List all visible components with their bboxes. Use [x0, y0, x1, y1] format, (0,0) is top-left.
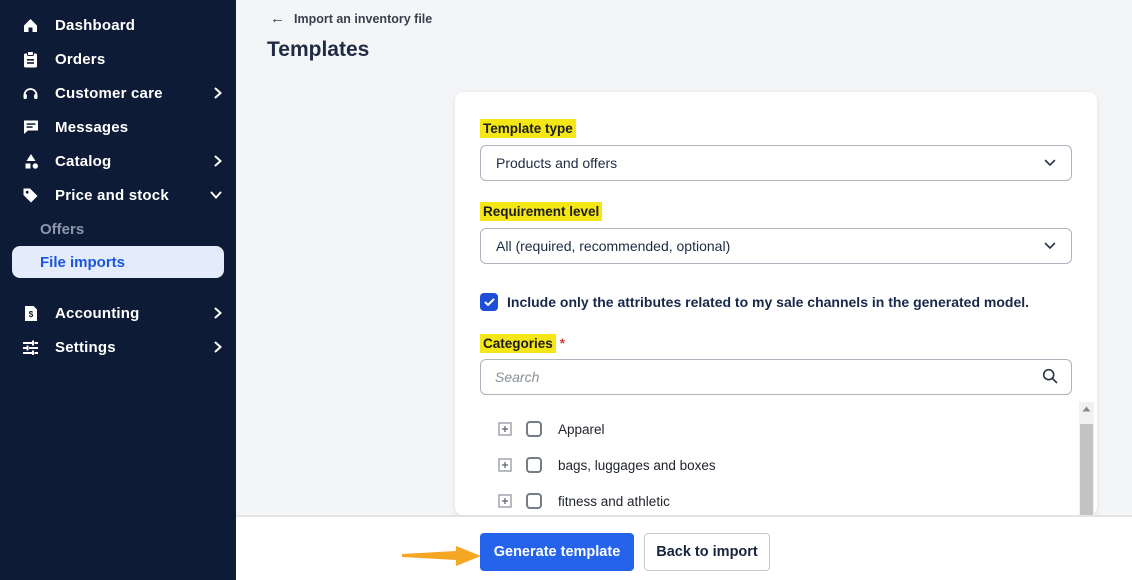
template-type-label: Template type	[480, 119, 576, 138]
annotation-arrow-icon	[402, 544, 482, 573]
svg-text:$: $	[28, 310, 33, 319]
bottom-action-bar: Generate template Back to import	[236, 515, 1132, 580]
category-row-apparel: Apparel	[480, 411, 1072, 447]
expand-plus-icon[interactable]	[498, 458, 512, 472]
back-link-label: Import an inventory file	[294, 12, 432, 26]
required-asterisk: *	[560, 336, 565, 351]
chevron-right-icon	[214, 307, 222, 319]
chevron-right-icon	[214, 155, 222, 167]
invoice-icon: $	[22, 305, 39, 322]
search-icon[interactable]	[1042, 368, 1058, 389]
chevron-down-icon	[1044, 237, 1056, 255]
scrollbar-thumb[interactable]	[1080, 424, 1093, 515]
category-label: fitness and athletic	[558, 494, 670, 509]
sidebar-item-settings[interactable]: Settings	[0, 330, 236, 364]
sidebar-item-dashboard[interactable]: Dashboard	[0, 8, 236, 42]
include-attributes-checkbox[interactable]	[480, 293, 498, 311]
include-attributes-label: Include only the attributes related to m…	[507, 294, 1029, 310]
back-link-import-inventory-file[interactable]: ← Import an inventory file	[270, 11, 432, 26]
category-label: Apparel	[558, 422, 605, 437]
chevron-right-icon	[214, 341, 222, 353]
scrollbar-up-arrow-icon[interactable]	[1079, 402, 1094, 416]
sidebar-item-label: Orders	[55, 51, 105, 68]
back-to-import-button[interactable]: Back to import	[644, 533, 770, 571]
tag-icon	[22, 187, 39, 204]
sidebar-item-label: Customer care	[55, 85, 163, 102]
shapes-icon	[22, 153, 39, 170]
main-content: ← Import an inventory file Templates Tem…	[236, 0, 1132, 515]
category-row-fitness: fitness and athletic	[480, 483, 1072, 519]
category-label: bags, luggages and boxes	[558, 458, 716, 473]
chevron-right-icon	[214, 87, 222, 99]
sidebar-item-accounting[interactable]: $ Accounting	[0, 296, 236, 330]
sidebar-item-catalog[interactable]: Catalog	[0, 144, 236, 178]
back-arrow-icon: ←	[270, 11, 285, 26]
sidebar-item-label: Messages	[55, 119, 128, 136]
headset-icon	[22, 85, 39, 102]
expand-plus-icon[interactable]	[498, 422, 512, 436]
category-checkbox[interactable]	[526, 493, 542, 509]
categories-label: Categories	[480, 334, 556, 353]
clipboard-icon	[22, 51, 39, 68]
chevron-down-icon	[210, 191, 222, 199]
sidebar-item-messages[interactable]: Messages	[0, 110, 236, 144]
sidebar-divider-gap	[0, 279, 236, 296]
sidebar-item-orders[interactable]: Orders	[0, 42, 236, 76]
chevron-down-icon	[1044, 154, 1056, 172]
categories-search-input[interactable]	[480, 359, 1072, 395]
sidebar-item-label: Catalog	[55, 153, 111, 170]
sidebar-item-price-and-stock[interactable]: Price and stock	[0, 178, 236, 212]
generate-template-button[interactable]: Generate template	[480, 533, 634, 571]
sidebar-item-label: Price and stock	[55, 187, 169, 204]
sidebar-subitem-file-imports[interactable]: File imports	[12, 246, 224, 278]
template-settings-card: Template type Products and offers Requir…	[455, 92, 1097, 515]
sidebar: Dashboard Orders Customer care Messages …	[0, 0, 236, 580]
sidebar-subitem-offers[interactable]: Offers	[12, 213, 224, 245]
sidebar-item-label: Accounting	[55, 305, 140, 322]
chat-icon	[22, 119, 39, 136]
category-list-scrollbar[interactable]	[1079, 402, 1094, 515]
requirement-level-value: All (required, recommended, optional)	[496, 238, 730, 254]
sidebar-item-label: Settings	[55, 339, 116, 356]
requirement-level-label: Requirement level	[480, 202, 602, 221]
home-icon	[22, 17, 39, 34]
page-title: Templates	[267, 38, 369, 62]
include-attributes-row: Include only the attributes related to m…	[480, 293, 1072, 311]
template-type-select[interactable]: Products and offers	[480, 145, 1072, 181]
expand-plus-icon[interactable]	[498, 494, 512, 508]
category-checkbox[interactable]	[526, 421, 542, 437]
template-type-value: Products and offers	[496, 155, 617, 171]
sliders-icon	[22, 339, 39, 356]
requirement-level-select[interactable]: All (required, recommended, optional)	[480, 228, 1072, 264]
categories-search	[480, 359, 1072, 395]
category-row-bags: bags, luggages and boxes	[480, 447, 1072, 483]
categories-tree: Apparel bags, luggages and boxes fitness…	[480, 411, 1072, 519]
sidebar-item-label: Dashboard	[55, 17, 135, 34]
category-checkbox[interactable]	[526, 457, 542, 473]
sidebar-item-customer-care[interactable]: Customer care	[0, 76, 236, 110]
